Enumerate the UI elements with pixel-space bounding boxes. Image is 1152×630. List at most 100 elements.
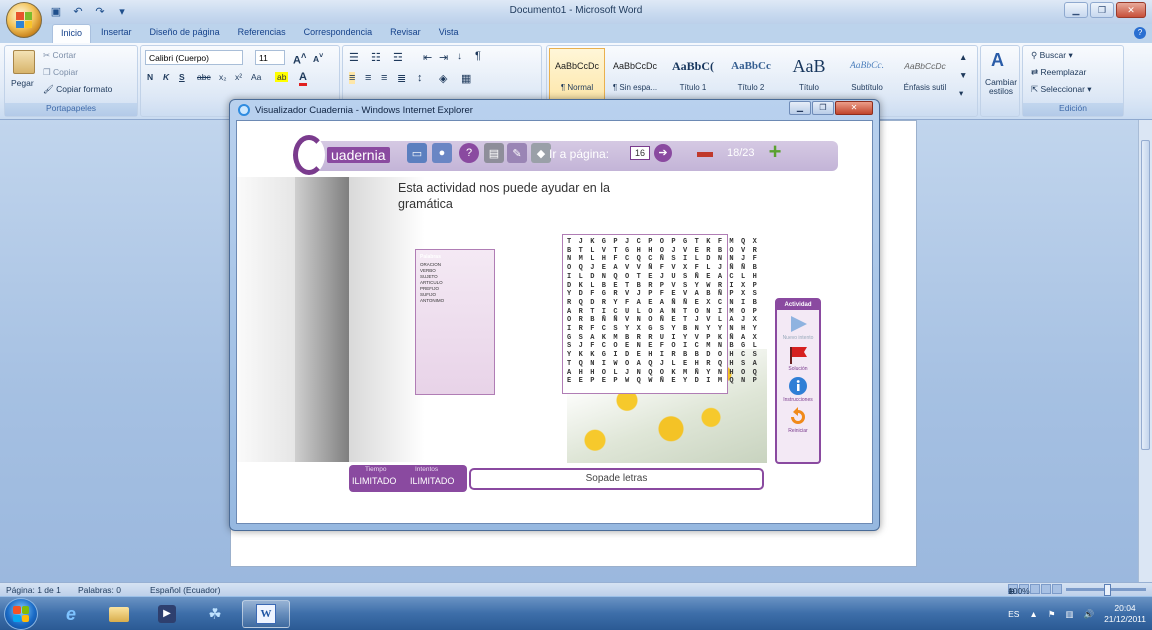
underline-button[interactable]: S — [179, 72, 185, 82]
format-painter-button[interactable]: 🖌 Copiar formato — [43, 84, 112, 95]
web-view-icon[interactable] — [1030, 584, 1040, 594]
font-name-field[interactable]: Calibri (Cuerpo) — [145, 50, 243, 65]
style-subtitulo[interactable]: AaBbCc. Subtítulo — [839, 48, 895, 104]
goto-page-arrow-icon[interactable]: ➔ — [654, 144, 672, 162]
superscript-button[interactable]: x² — [235, 72, 242, 82]
help-icon[interactable]: ? — [1134, 27, 1146, 39]
new-attempt-button[interactable]: Nuevo intento — [777, 314, 819, 341]
grid-row[interactable]: R Q D R Y F A E A Ñ Ñ E X C N I B — [567, 299, 757, 308]
change-styles-icon[interactable]: A — [991, 50, 1004, 71]
copy-button[interactable]: ❐ Copiar — [43, 67, 78, 78]
grid-row[interactable]: A H H O L J N Q O K M Ñ Y N H O Q — [567, 369, 757, 378]
style-titulo-2[interactable]: AaBbCc Título 2 — [723, 48, 779, 104]
vertical-scrollbar[interactable] — [1138, 120, 1152, 582]
highlight-button[interactable]: ab — [275, 72, 289, 82]
shading-button[interactable]: ◈ — [439, 72, 447, 85]
tab-diseno-de-pagina[interactable]: Diseño de página — [142, 24, 228, 43]
justify-button[interactable]: ≣ — [397, 72, 406, 85]
styles-scroll-up-icon[interactable]: ▲ — [959, 52, 967, 62]
styles-scroll-down-icon[interactable]: ▼ — [959, 70, 967, 80]
tab-referencias[interactable]: Referencias — [230, 24, 294, 43]
ie-close-button[interactable]: ✕ — [835, 101, 873, 115]
align-right-button[interactable]: ≡ — [381, 72, 387, 84]
goto-page-input[interactable]: 16 — [630, 146, 650, 160]
grid-row[interactable]: S J F C O E N E F O I C M N B G L — [567, 342, 757, 351]
draft-view-icon[interactable] — [1052, 584, 1062, 594]
style-sin-espaciado[interactable]: AaBbCcDc ¶ Sin espa... — [607, 48, 663, 104]
tab-inicio[interactable]: Inicio — [52, 24, 92, 43]
close-button[interactable]: ✕ — [1116, 2, 1146, 18]
ie-minimize-button[interactable]: ▁ — [789, 101, 811, 115]
show-marks-button[interactable]: ¶ — [475, 50, 481, 62]
change-case-button[interactable]: Aa — [251, 72, 261, 82]
user-icon[interactable]: ● — [432, 143, 452, 163]
grid-row[interactable]: T Q N I W O A Q J L E H R Q H S A — [567, 360, 757, 369]
taskbar-internet-explorer-icon[interactable]: e — [50, 600, 92, 628]
tab-insertar[interactable]: Insertar — [93, 24, 140, 43]
reset-button[interactable]: Reiniciar — [777, 407, 819, 434]
office-button[interactable] — [6, 2, 42, 38]
grid-row[interactable]: Y K K G I D E H I R B B D O H C S — [567, 351, 757, 360]
grid-row[interactable]: D K L B E T B R P V S Y W R I X P — [567, 282, 757, 291]
grid-row[interactable]: O Q J E A V V Ñ F V X F L J Ñ Ñ B — [567, 264, 757, 273]
show-hidden-icons-icon[interactable]: ▲ — [1029, 609, 1037, 619]
style-normal[interactable]: AaBbCcDc ¶ Normal — [549, 48, 605, 104]
numbering-button[interactable]: ☷ — [371, 51, 381, 64]
taskbar-network-icon[interactable]: ☘ — [194, 600, 236, 628]
brush-icon[interactable]: ✎ — [507, 143, 527, 163]
start-button[interactable] — [4, 598, 38, 630]
cut-button[interactable]: ✂ Cortar — [43, 50, 76, 61]
grid-row[interactable]: T J K G P J C P O P G T K F M Q X — [567, 238, 757, 247]
grid-row[interactable]: G S A K M B R R U I Y V P K Ñ A X — [567, 334, 757, 343]
sort-button[interactable]: ↓ — [457, 51, 462, 62]
borders-button[interactable]: ▦ — [461, 72, 471, 85]
action-center-flag-icon[interactable]: ⚑ — [1048, 609, 1056, 620]
minimize-button[interactable]: ▁ — [1064, 2, 1088, 18]
bullets-button[interactable]: ☰ — [349, 51, 359, 64]
line-spacing-button[interactable]: ↕ — [417, 72, 423, 84]
bold-button[interactable]: N — [147, 72, 153, 82]
grow-font-button[interactable]: A˄ — [293, 51, 306, 67]
help-circle-icon[interactable]: ? — [459, 143, 479, 163]
grid-row[interactable]: N M L H F C Q C Ñ S I L D N N J F — [567, 255, 757, 264]
decrease-indent-button[interactable]: ⇤ — [423, 51, 432, 64]
strikethrough-button[interactable]: abc — [197, 72, 211, 82]
ie-maximize-button[interactable]: ❐ — [812, 101, 834, 115]
outline-view-icon[interactable] — [1041, 584, 1051, 594]
taskbar-word-icon[interactable]: W — [242, 600, 290, 628]
align-left-button[interactable]: ≡ — [349, 72, 356, 84]
scrollbar-thumb[interactable] — [1141, 140, 1150, 450]
increase-indent-button[interactable]: ⇥ — [439, 51, 448, 64]
print-icon[interactable]: ▤ — [484, 143, 504, 163]
language-indicator[interactable]: ES — [1008, 609, 1019, 619]
paste-button[interactable]: Pegar — [11, 78, 34, 88]
eraser-icon[interactable]: ◆ — [531, 143, 551, 163]
taskbar-media-player-icon[interactable]: ▶ — [146, 600, 188, 628]
volume-icon[interactable]: 🔊 — [1083, 609, 1094, 620]
status-language[interactable]: Español (Ecuador) — [150, 585, 220, 595]
font-color-button[interactable]: A — [299, 71, 307, 86]
grid-row[interactable]: I R F C S Y X G S Y B N Y Y N H Y — [567, 325, 757, 334]
monitor-icon[interactable]: ▭ — [407, 143, 427, 163]
styles-more-icon[interactable]: ▾ — [959, 88, 963, 99]
word-search-grid[interactable]: T J K G P J C P O P G T K F M Q X B T L … — [562, 234, 757, 394]
style-titulo[interactable]: AaB Título — [781, 48, 837, 104]
solution-button[interactable]: Solución — [777, 345, 819, 372]
italic-button[interactable]: K — [163, 72, 169, 82]
change-styles-button[interactable]: Cambiar estilos — [983, 78, 1019, 96]
select-button[interactable]: ⇱ Seleccionar ▾ — [1031, 84, 1092, 95]
network-status-icon[interactable]: ▥ — [1065, 609, 1073, 620]
grid-row[interactable]: O R B Ñ Ñ V N O Ñ E T J V L A J X — [567, 316, 757, 325]
taskbar-folder-icon[interactable] — [98, 600, 140, 628]
find-button[interactable]: ⚲ Buscar ▾ — [1031, 50, 1073, 61]
style-titulo-1[interactable]: AaBbC(Título 1 — [665, 48, 721, 104]
style-enfasis-sutil[interactable]: AaBbCcDc Énfasis sutil — [897, 48, 953, 104]
grid-row[interactable]: I L D N Q O T E J U S Ñ E A C L H — [567, 273, 757, 282]
maximize-button[interactable]: ❐ — [1090, 2, 1114, 18]
zoom-slider[interactable] — [1066, 583, 1146, 596]
tab-correspondencia[interactable]: Correspondencia — [296, 24, 381, 43]
grid-row[interactable]: Y D F G R V J P F E V A B Ñ P X S — [567, 290, 757, 299]
replace-button[interactable]: ⇄ Reemplazar — [1031, 67, 1086, 78]
multilevel-list-button[interactable]: ☲ — [393, 51, 403, 64]
instructions-button[interactable]: Instrucciones — [777, 376, 819, 403]
